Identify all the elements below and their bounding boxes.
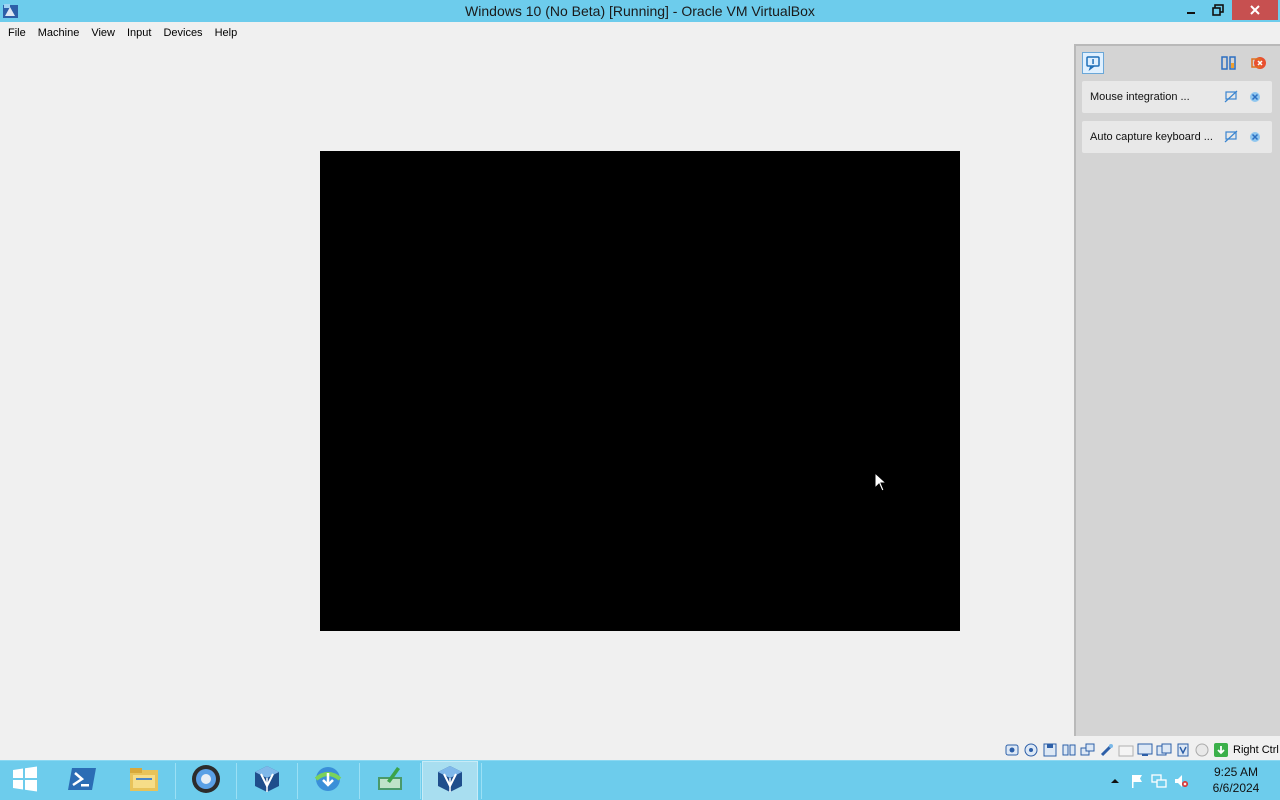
- notification-center: Mouse integration ... Auto capture keybo…: [1074, 44, 1280, 736]
- notification-header: [1076, 46, 1280, 80]
- start-button[interactable]: [0, 761, 50, 800]
- optical-drive-icon[interactable]: [1023, 742, 1039, 758]
- notification-item: Auto capture keyboard ...: [1082, 121, 1272, 153]
- restore-button[interactable]: [1205, 0, 1231, 20]
- powershell-icon: [66, 765, 98, 798]
- title-bar[interactable]: Windows 10 (No Beta) [Running] - Oracle …: [0, 0, 1280, 22]
- system-tray: [1104, 761, 1192, 800]
- start-icon: [11, 765, 39, 798]
- recording-icon[interactable]: [1156, 742, 1172, 758]
- notification-item: Mouse integration ...: [1082, 81, 1272, 113]
- volume-muted-icon[interactable]: [1173, 773, 1189, 789]
- network-icon[interactable]: [1151, 773, 1167, 789]
- shared-folders-icon[interactable]: [1118, 742, 1134, 758]
- taskbar-powershell[interactable]: [52, 761, 112, 800]
- mouse-pointer-icon: [874, 471, 888, 497]
- clock-date: 6/6/2024: [1212, 781, 1260, 795]
- menu-input[interactable]: Input: [121, 22, 157, 44]
- notification-text: Mouse integration ...: [1090, 91, 1190, 103]
- menu-file[interactable]: File: [2, 22, 32, 44]
- close-button[interactable]: [1232, 0, 1278, 20]
- close-all-icon[interactable]: [1250, 54, 1268, 77]
- suppress-icon[interactable]: [1224, 90, 1238, 109]
- display-icon[interactable]: [1137, 742, 1153, 758]
- host-key-label: Right Ctrl: [1233, 744, 1279, 756]
- taskbar-notepad[interactable]: [360, 761, 420, 800]
- virtualbox-vm-icon: [435, 764, 465, 799]
- taskbar: 9:25 AM 6/6/2024: [0, 760, 1280, 800]
- close-icon: [1249, 4, 1261, 16]
- menu-bar: File Machine View Input Devices Help: [0, 22, 1280, 44]
- restore-icon: [1212, 4, 1224, 16]
- download-manager-icon: [312, 763, 344, 800]
- audio-icon[interactable]: [1061, 742, 1077, 758]
- menu-devices[interactable]: Devices: [157, 22, 208, 44]
- file-explorer-icon: [128, 765, 160, 798]
- message-icon[interactable]: [1082, 52, 1104, 74]
- notepad-icon: [375, 765, 405, 798]
- menu-help[interactable]: Help: [209, 22, 244, 44]
- minimize-button[interactable]: [1178, 0, 1204, 20]
- close-icon[interactable]: [1248, 90, 1262, 109]
- close-icon[interactable]: [1248, 130, 1262, 149]
- taskbar-download-manager[interactable]: [298, 761, 358, 800]
- clock-time: 9:25 AM: [1213, 765, 1259, 779]
- menu-view[interactable]: View: [85, 22, 121, 44]
- status-bar: Right Ctrl: [1004, 740, 1280, 760]
- taskbar-clock[interactable]: 9:25 AM 6/6/2024: [1200, 764, 1272, 796]
- menu-machine[interactable]: Machine: [32, 22, 86, 44]
- mouse-integration-icon[interactable]: [1194, 742, 1210, 758]
- floppy-icon[interactable]: [1042, 742, 1058, 758]
- action-center-flag-icon[interactable]: [1129, 773, 1145, 789]
- hard-disk-icon[interactable]: [1004, 742, 1020, 758]
- cpu-icon[interactable]: [1175, 742, 1191, 758]
- suppress-icon[interactable]: [1224, 130, 1238, 149]
- host-key-icon[interactable]: [1213, 742, 1229, 758]
- taskbar-virtualbox[interactable]: [237, 761, 297, 800]
- notification-text: Auto capture keyboard ...: [1090, 131, 1213, 143]
- browser-icon: [190, 763, 222, 800]
- dock-icon[interactable]: [1220, 54, 1238, 77]
- usb-icon[interactable]: [1099, 742, 1115, 758]
- window-title: Windows 10 (No Beta) [Running] - Oracle …: [465, 3, 815, 19]
- taskbar-browser[interactable]: [176, 761, 236, 800]
- show-hidden-icon[interactable]: [1107, 773, 1123, 789]
- virtualbox-icon: [252, 764, 282, 799]
- minimize-icon: [1185, 4, 1197, 16]
- network-icon[interactable]: [1080, 742, 1096, 758]
- taskbar-virtualbox-vm[interactable]: [422, 761, 478, 800]
- vm-display[interactable]: [320, 151, 960, 631]
- taskbar-file-explorer[interactable]: [114, 761, 174, 800]
